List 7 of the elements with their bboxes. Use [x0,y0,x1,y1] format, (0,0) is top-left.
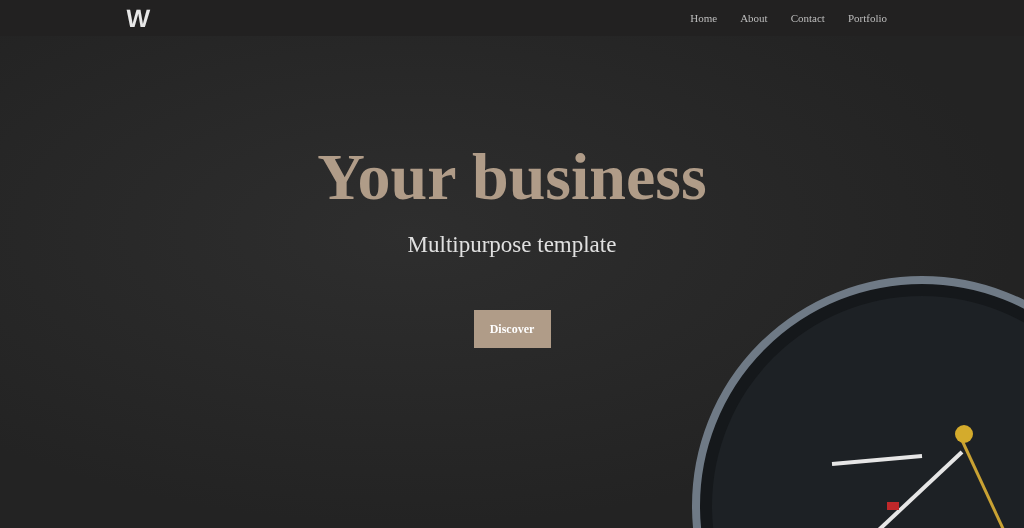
hero-title: Your business [317,144,707,210]
nav-link[interactable]: About [740,12,768,24]
logo[interactable]: W [124,5,149,31]
nav-link[interactable]: Portfolio [847,12,887,24]
nav-link[interactable]: Contact [790,12,825,24]
hero-subtitle: Multipurpose template [407,232,617,258]
nav-link[interactable]: Home [690,12,718,24]
